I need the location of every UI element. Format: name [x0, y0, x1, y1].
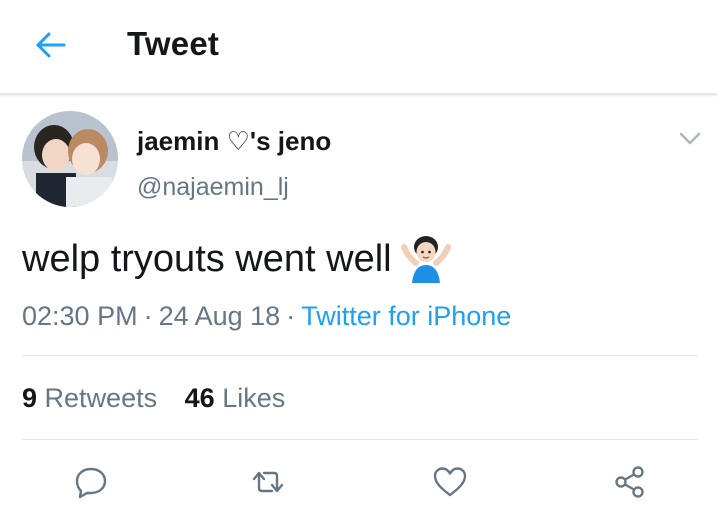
retweets-stat[interactable]: 9 Retweets: [22, 383, 157, 414]
reply-button[interactable]: [71, 462, 111, 502]
likes-label: Likes: [222, 383, 286, 413]
display-name[interactable]: jaemin ♡'s jeno: [137, 126, 331, 157]
likes-count: 46: [184, 383, 215, 413]
tweet-date: 24 Aug 18: [158, 301, 281, 331]
retweet-icon: [252, 471, 284, 493]
share-icon: [615, 466, 644, 498]
divider: [22, 439, 698, 440]
avatar[interactable]: [22, 111, 118, 207]
profile-photo: [22, 111, 118, 207]
tweet-source-link[interactable]: Twitter for iPhone: [301, 301, 511, 331]
tweet-body: welp tryouts went well: [22, 237, 392, 280]
retweets-label: Retweets: [44, 383, 158, 413]
user-handle[interactable]: @najaemin_lj: [137, 173, 289, 202]
share-button[interactable]: [610, 462, 650, 502]
tweet-text: welp tryouts went well: [22, 233, 452, 285]
separator: ·: [286, 301, 296, 331]
like-icon: [433, 467, 467, 497]
tweet-stats: 9 Retweets 46 Likes: [22, 383, 285, 414]
more-options-button[interactable]: [676, 126, 704, 150]
retweet-button[interactable]: [248, 462, 288, 502]
chevron-down-icon: [679, 132, 701, 145]
back-button[interactable]: [30, 28, 70, 62]
like-button[interactable]: [430, 462, 470, 502]
divider: [22, 355, 698, 356]
arrow-left-icon: [36, 32, 66, 58]
top-bar: Tweet: [0, 0, 717, 95]
tweet-timestamp: 02:30 PM · 24 Aug 18 · Twitter for iPhone: [22, 301, 511, 332]
tweet-time: 02:30 PM: [22, 301, 138, 331]
likes-stat[interactable]: 46 Likes: [185, 383, 286, 414]
action-bar: [0, 462, 717, 502]
person-shrugging-emoji: [400, 233, 452, 285]
page-title: Tweet: [127, 25, 220, 62]
separator: ·: [143, 301, 153, 331]
reply-icon: [75, 467, 107, 499]
retweets-count: 9: [22, 383, 38, 413]
